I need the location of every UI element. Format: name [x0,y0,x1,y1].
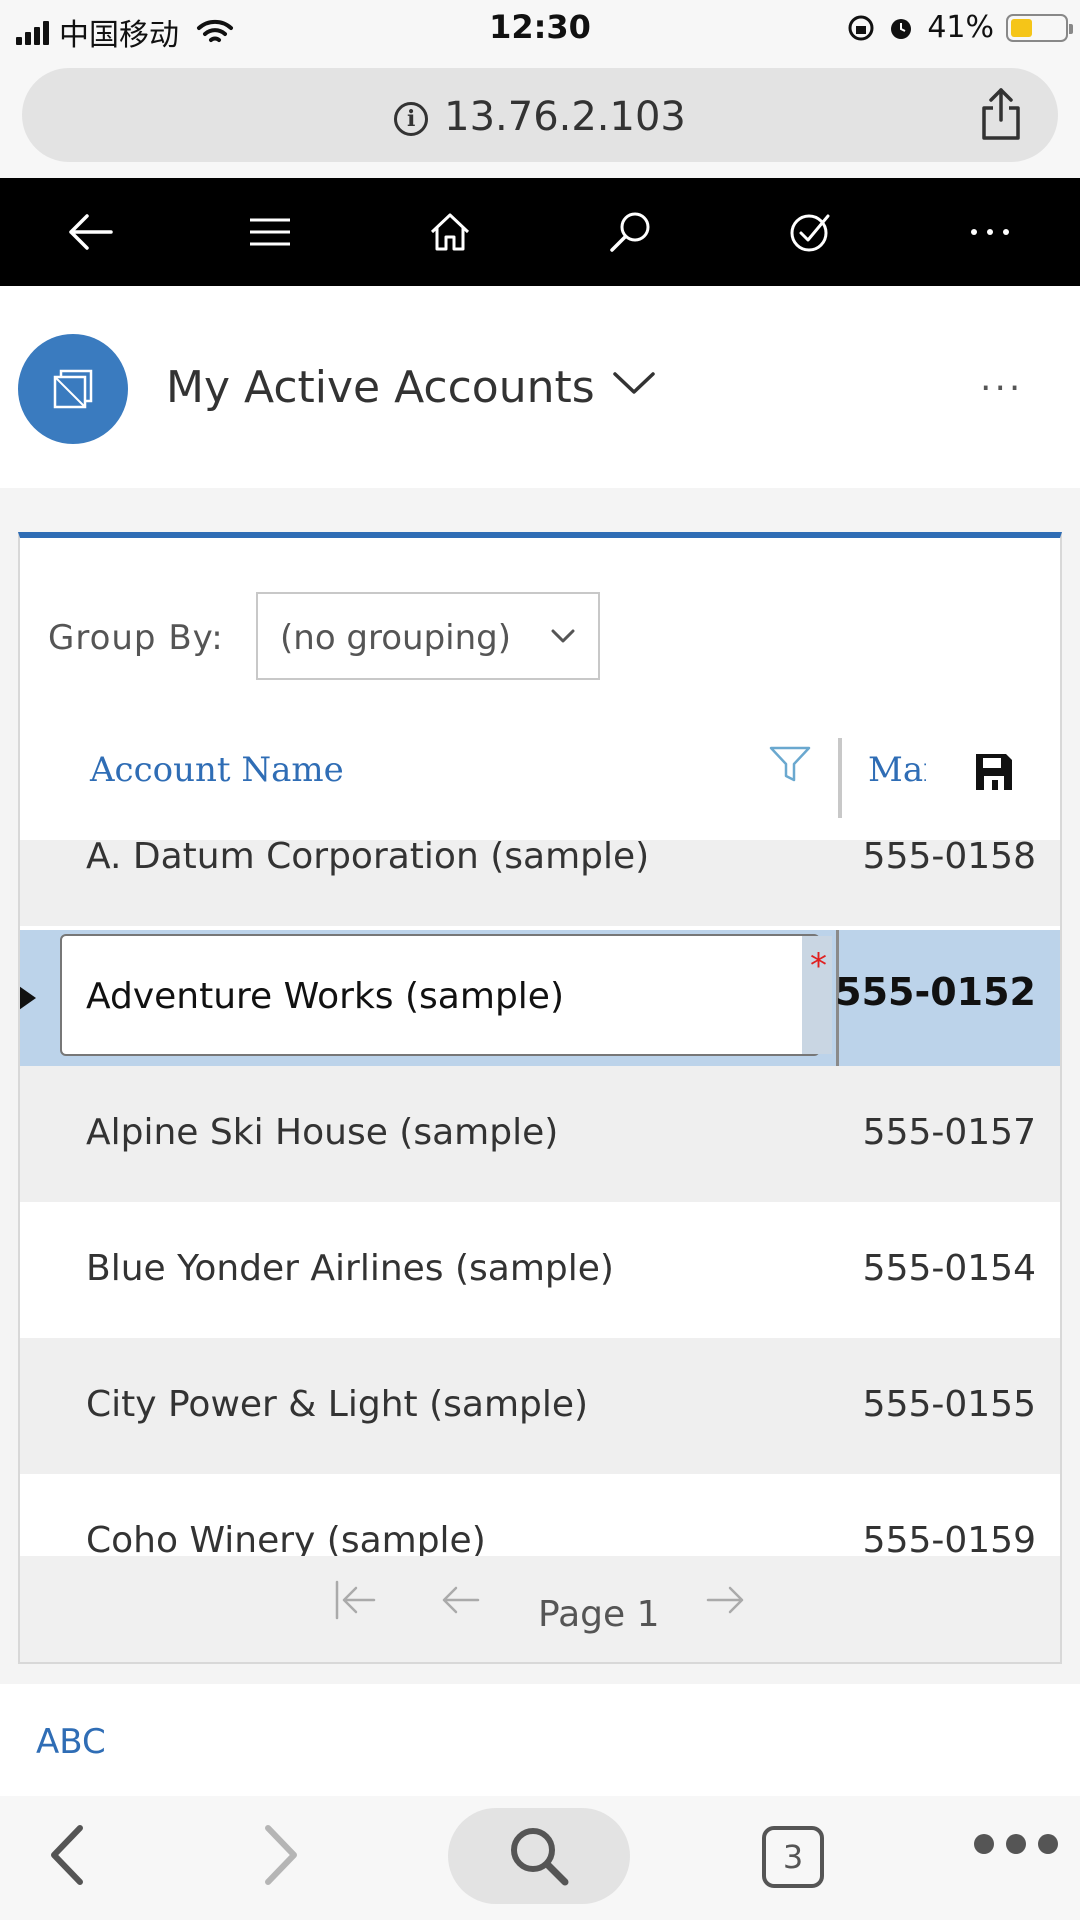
grid-panel: Group By: (no grouping) Account Name Mai… [18,532,1062,1664]
account-name-cell[interactable]: Coho Winery (sample) [86,1520,486,1556]
browser-more-icon[interactable] [974,1834,1058,1854]
battery-fill [1011,18,1033,37]
battery-icon [1006,13,1073,42]
status-right: 41% [847,10,1073,45]
column-header-main-phone[interactable]: Mai [868,750,926,790]
pager: Page 1 [20,1556,1060,1662]
status-bar: 中国移动 12:30 41% [0,0,1080,56]
entity-icon-circle [18,334,128,444]
table-row[interactable]: City Power & Light (sample) 555-0155 [20,1338,1060,1474]
account-name-edit-value: Adventure Works (sample) [86,976,564,1017]
address-bar[interactable]: i 13.76.2.103 [22,68,1058,162]
row-pointer-icon [20,986,36,1010]
phone-cell[interactable]: 555-0152 [835,970,1036,1014]
phone-cell[interactable]: 555-0159 [863,1520,1036,1556]
accounts-entity-icon [53,369,93,409]
required-indicator: * [810,946,827,986]
view-more-button[interactable]: ··· [980,368,1023,409]
next-page-icon[interactable] [706,1580,746,1620]
account-name-edit-field[interactable]: Adventure Works (sample) [60,934,820,1056]
search-icon [610,212,650,252]
group-by-label: Group By: [48,618,224,658]
first-page-icon[interactable] [334,1580,376,1620]
browser-search-button[interactable] [448,1808,630,1904]
alarm-icon [891,18,912,39]
home-icon [430,213,470,251]
battery-percent: 41% [927,10,994,45]
account-name-cell[interactable]: City Power & Light (sample) [86,1384,588,1425]
account-name-cell[interactable]: Blue Yonder Airlines (sample) [86,1248,614,1289]
search-icon [511,1828,569,1886]
table-row[interactable]: Blue Yonder Airlines (sample) 555-0154 [20,1202,1060,1338]
column-header-account-name[interactable]: Account Name [90,750,344,790]
filter-icon[interactable] [768,744,812,784]
rotation-lock-icon [848,15,874,40]
view-selector-title[interactable]: My Active Accounts [166,362,595,413]
account-name-cell[interactable]: A. Datum Corporation (sample) [86,840,649,877]
url-display[interactable]: i 13.76.2.103 [22,94,1058,140]
group-by-value: (no grouping) [280,618,512,658]
browser-tabs-button[interactable]: 3 [762,1826,824,1888]
nav-more-button[interactable] [945,187,1035,277]
more-icon [971,229,1009,235]
alphabet-filter-link[interactable]: ABC [36,1722,106,1762]
phone-cell[interactable]: 555-0158 [863,840,1036,877]
previous-page-icon[interactable] [440,1580,480,1620]
task-check-icon [790,214,830,252]
url-text: 13.76.2.103 [444,94,686,140]
table-row[interactable]: Alpine Ski House (sample) 555-0157 [20,1066,1060,1202]
nav-search-button[interactable] [585,187,675,277]
phone-cell[interactable]: 555-0155 [863,1384,1036,1425]
share-icon[interactable] [978,86,1024,142]
save-icon[interactable] [974,752,1014,792]
chevron-down-icon [551,629,575,643]
column-divider[interactable] [838,738,842,818]
app-nav-bar [0,178,1080,286]
nav-menu-button[interactable] [225,187,315,277]
nav-back-button[interactable] [45,187,135,277]
browser-toolbar: 3 [0,1796,1080,1920]
grid-rows: A. Datum Corporation (sample) 555-0158 A… [20,840,1060,1556]
chevron-down-icon[interactable] [612,370,656,396]
nav-tasks-button[interactable] [765,187,855,277]
table-row[interactable]: A. Datum Corporation (sample) 555-0158 [20,840,1060,926]
menu-icon [250,218,290,246]
back-arrow-icon [69,214,113,250]
table-row-selected[interactable]: Adventure Works (sample) * 555-0152 [20,930,1060,1066]
phone-cell[interactable]: 555-0157 [863,1112,1036,1153]
view-header: My Active Accounts ··· [0,286,1080,488]
account-name-cell[interactable]: Alpine Ski House (sample) [86,1112,558,1153]
browser-forward-icon[interactable] [260,1822,304,1888]
page-label: Page 1 [538,1594,660,1635]
nav-home-button[interactable] [405,187,495,277]
phone-cell[interactable]: 555-0154 [863,1248,1036,1289]
info-icon[interactable]: i [394,102,429,136]
browser-address-area: i 13.76.2.103 [0,56,1080,178]
group-by-select[interactable]: (no grouping) [256,592,600,680]
browser-back-icon[interactable] [44,1822,88,1888]
table-row[interactable]: Coho Winery (sample) 555-0159 [20,1474,1060,1556]
